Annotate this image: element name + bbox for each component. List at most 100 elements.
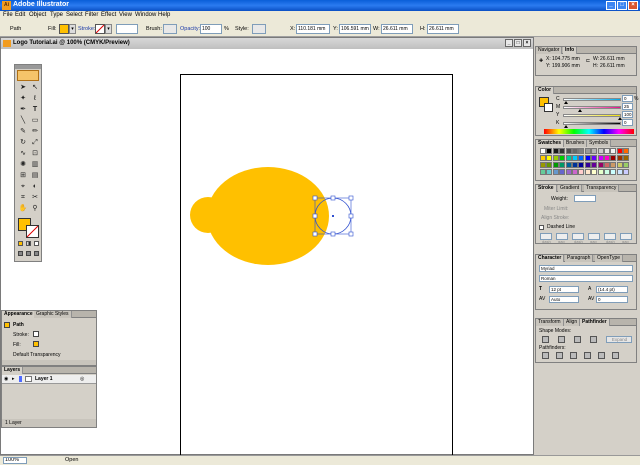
swatch[interactable] (552, 162, 559, 168)
stroke-dropdown-icon[interactable]: ▾ (105, 24, 112, 34)
brush-field[interactable] (163, 24, 177, 34)
swatch[interactable] (540, 169, 546, 175)
style-field[interactable] (252, 24, 266, 34)
fill-dropdown-icon[interactable]: ▾ (69, 24, 76, 34)
swatch[interactable] (540, 148, 546, 154)
leading-field[interactable]: (14.4 pt) (596, 286, 628, 293)
opacity-field[interactable]: 100 (200, 24, 222, 34)
swatch[interactable] (610, 155, 617, 161)
minus-back-icon[interactable] (612, 352, 619, 359)
swatch[interactable] (597, 162, 604, 168)
black-slider[interactable] (563, 122, 621, 128)
appearance-fill-swatch[interactable] (33, 341, 39, 347)
tab-symbols[interactable]: Symbols (587, 140, 612, 147)
mesh-tool-icon[interactable]: ⊞ (18, 171, 28, 181)
black-value[interactable]: 0 (622, 119, 633, 126)
swatch[interactable] (610, 169, 617, 175)
doc-minimize-icon[interactable]: _ (505, 39, 513, 47)
intersect-shape-areas-icon[interactable] (574, 336, 581, 343)
swatch[interactable] (552, 148, 559, 154)
swatch[interactable] (540, 162, 546, 168)
swatch[interactable] (623, 155, 630, 161)
swatch[interactable] (597, 148, 604, 154)
magic-wand-tool-icon[interactable]: ✦ (18, 94, 28, 104)
normal-screen-mode-icon[interactable] (18, 251, 23, 256)
slider-knob-icon[interactable] (564, 101, 568, 104)
swatch[interactable] (540, 155, 546, 161)
rotate-tool-icon[interactable]: ↻ (18, 138, 28, 148)
swatch[interactable] (578, 169, 585, 175)
color-stroke-box[interactable] (544, 103, 553, 112)
exclude-overlapping-icon[interactable] (590, 336, 597, 343)
swatch[interactable] (584, 148, 591, 154)
tab-transparency[interactable]: Transparency (584, 185, 620, 192)
layer-name[interactable]: Layer 1 (35, 376, 53, 382)
swatch[interactable] (616, 155, 623, 161)
swatch[interactable] (584, 169, 591, 175)
swatch[interactable] (623, 169, 630, 175)
gradient-mode-icon[interactable] (26, 241, 31, 246)
swatch[interactable] (591, 169, 598, 175)
menu-type[interactable]: Type (50, 12, 63, 18)
magenta-value[interactable]: 25 (622, 103, 633, 110)
pencil-tool-icon[interactable]: ✏ (30, 127, 40, 137)
expand-button[interactable]: Expand (606, 336, 632, 343)
line-tool-icon[interactable]: ╲ (18, 116, 28, 126)
kerning-field[interactable]: Auto (549, 296, 579, 303)
swatch[interactable] (597, 155, 604, 161)
trim-icon[interactable] (556, 352, 563, 359)
minimize-icon[interactable]: _ (606, 1, 616, 10)
menu-object[interactable]: Object (29, 12, 46, 18)
menu-help[interactable]: Help (158, 12, 170, 18)
tab-brushes[interactable]: Brushes (564, 140, 588, 147)
maximize-icon[interactable]: □ (617, 1, 627, 10)
swatch[interactable] (610, 148, 617, 154)
tab-opentype[interactable]: OpenType (595, 255, 624, 262)
full-screen-menu-mode-icon[interactable] (26, 251, 31, 256)
tab-swatches[interactable]: Swatches (536, 140, 565, 147)
doc-close-icon[interactable]: × (523, 39, 531, 47)
swatch[interactable] (623, 148, 630, 154)
hand-tool-icon[interactable]: ✋ (18, 204, 28, 214)
slice-tool-icon[interactable]: ⌗ (18, 193, 28, 203)
menu-select[interactable]: Select (66, 12, 83, 18)
swatch[interactable] (546, 148, 553, 154)
y-field[interactable]: 106.591 mm (339, 24, 371, 34)
tab-navigator[interactable]: Navigator (536, 47, 563, 54)
tab-graphic-styles[interactable]: Graphic Styles (34, 311, 72, 318)
swatch[interactable] (552, 169, 559, 175)
swatch[interactable] (572, 155, 578, 161)
x-field[interactable]: 110.181 mm (296, 24, 330, 34)
swatch[interactable] (546, 162, 553, 168)
tab-character[interactable]: Character (536, 255, 565, 262)
zoom-field[interactable]: 100% (3, 457, 27, 464)
swatch[interactable] (559, 162, 566, 168)
swatch[interactable] (565, 162, 572, 168)
tab-appearance[interactable]: Appearance (2, 311, 36, 318)
menu-view[interactable]: View (119, 12, 132, 18)
divide-icon[interactable] (542, 352, 549, 359)
w-field[interactable]: 26.611 mm (381, 24, 413, 34)
weight-field[interactable] (574, 195, 596, 202)
swatch[interactable] (578, 162, 585, 168)
scale-tool-icon[interactable]: ⤢ (30, 138, 40, 148)
stroke-label[interactable]: Stroke: (78, 26, 95, 32)
doc-maximize-icon[interactable]: □ (514, 39, 522, 47)
swatch[interactable] (565, 155, 572, 161)
swatch[interactable] (572, 162, 578, 168)
tab-pathfinder[interactable]: Pathfinder (580, 319, 610, 326)
add-to-shape-area-icon[interactable] (542, 336, 549, 343)
magenta-slider[interactable] (563, 106, 621, 112)
stroke-color-box[interactable] (26, 225, 39, 238)
swatch[interactable] (616, 169, 623, 175)
fill-swatch[interactable] (59, 24, 69, 34)
gradient-tool-icon[interactable]: ▤ (30, 171, 40, 181)
blend-tool-icon[interactable]: ◐ (30, 182, 40, 192)
cyan-slider[interactable] (563, 98, 621, 104)
color-spectrum-bar[interactable] (544, 129, 634, 134)
subtract-from-shape-area-icon[interactable] (558, 336, 565, 343)
menu-filter[interactable]: Filter (85, 12, 98, 18)
swatch[interactable] (604, 169, 610, 175)
swatch[interactable] (578, 148, 585, 154)
font-family-field[interactable]: Myriad (539, 265, 633, 272)
